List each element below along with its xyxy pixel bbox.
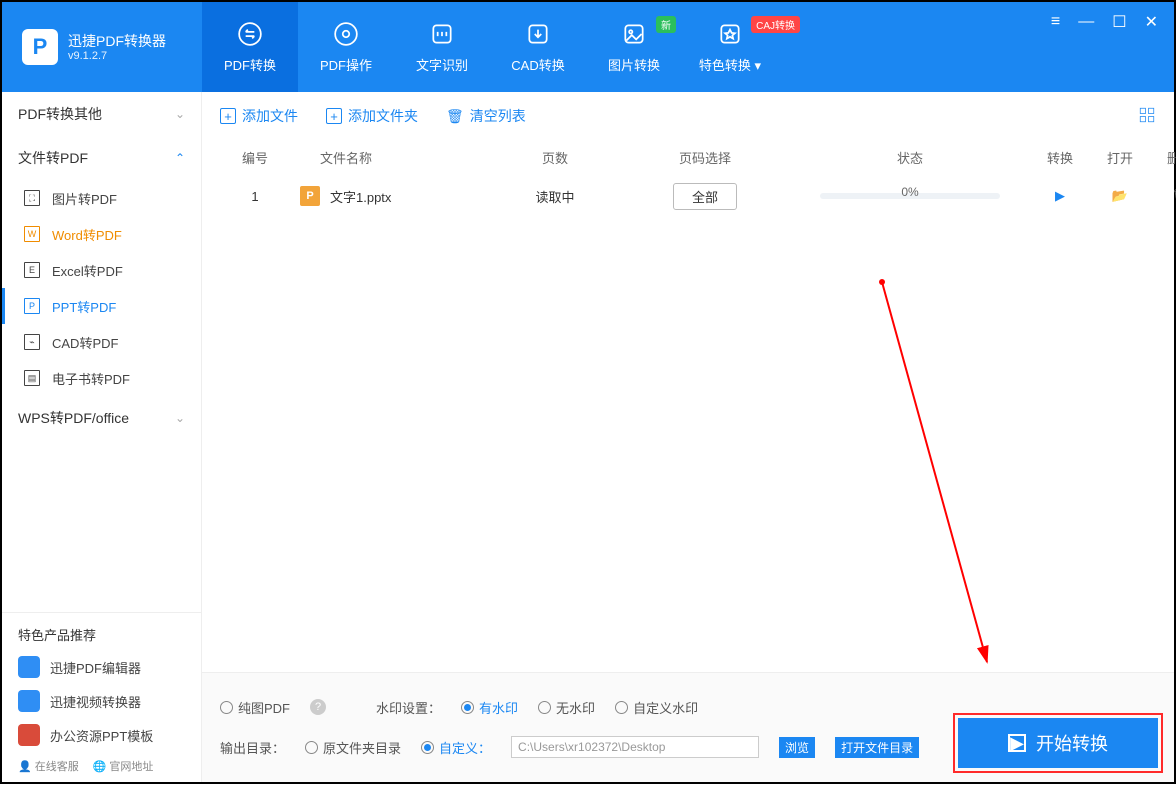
status-cell: 0% bbox=[790, 193, 1030, 199]
top-bar: P 迅捷PDF转换器 v9.1.2.7 PDF转换 PDF操作 文字识别 CAD… bbox=[2, 2, 1174, 92]
star-icon bbox=[717, 21, 743, 47]
watermark-no-radio[interactable]: 无水印 bbox=[538, 698, 595, 717]
add-file-button[interactable]: +添加文件 bbox=[220, 106, 298, 126]
output-label: 输出目录： bbox=[220, 738, 285, 757]
help-icon[interactable]: ? bbox=[310, 699, 326, 715]
website-link[interactable]: 🌐 官网地址 bbox=[93, 758, 154, 774]
file-toolbar: +添加文件 +添加文件夹 🗑清空列表 bbox=[202, 92, 1174, 140]
promo-title: 特色产品推荐 bbox=[2, 613, 201, 650]
output-path-input[interactable] bbox=[511, 736, 759, 758]
tab-special[interactable]: 特色转换 ▾ CAJ转换 bbox=[682, 2, 778, 92]
promo-icon bbox=[18, 724, 40, 746]
add-folder-button[interactable]: +添加文件夹 bbox=[326, 106, 418, 126]
menu-icon[interactable]: ≡ bbox=[1051, 13, 1060, 31]
trash-icon: 🗑 bbox=[446, 108, 464, 125]
app-logo-icon: P bbox=[22, 29, 58, 65]
ebook-icon: ▤ bbox=[24, 370, 40, 386]
caj-badge: CAJ转换 bbox=[751, 16, 800, 33]
main-area: +添加文件 +添加文件夹 🗑清空列表 编号 文件名称 页数 页码选择 状态 转换… bbox=[202, 92, 1174, 782]
sidebar-item-word-to-pdf[interactable]: WWord转PDF bbox=[2, 216, 201, 252]
tab-pdf-convert[interactable]: PDF转换 bbox=[202, 2, 298, 92]
open-folder-icon[interactable]: 📂 bbox=[1090, 188, 1150, 204]
delete-row-icon[interactable]: 🗑 bbox=[1150, 188, 1176, 204]
window-controls: ≡ — ☐ ✕ bbox=[1051, 12, 1158, 32]
table-row: 1 P 文字1.pptx 读取中 全部 0% ▶ 📂 🗑 ⋮ bbox=[202, 174, 1174, 218]
excel-icon: E bbox=[24, 262, 40, 278]
promo-pdf-editor[interactable]: 迅捷PDF编辑器 bbox=[2, 650, 201, 684]
plus-icon: + bbox=[220, 108, 236, 124]
download-icon bbox=[525, 21, 551, 47]
promo-icon bbox=[18, 656, 40, 678]
watermark-yes-radio[interactable]: 有水印 bbox=[461, 698, 518, 717]
minimize-icon[interactable]: — bbox=[1078, 13, 1094, 31]
maximize-icon[interactable]: ☐ bbox=[1112, 12, 1126, 32]
file-name-cell: P 文字1.pptx bbox=[290, 186, 490, 206]
app-version: v9.1.2.7 bbox=[68, 50, 166, 62]
bottom-panel: 纯图PDF ? 水印设置： 有水印 无水印 自定义水印 输出目录： 原文件夹目录… bbox=[202, 672, 1174, 782]
section-wps[interactable]: WPS转PDF/office⌄ bbox=[2, 396, 201, 440]
sidebar-item-cad-to-pdf[interactable]: ⌁CAD转PDF bbox=[2, 324, 201, 360]
cad-icon: ⌁ bbox=[24, 334, 40, 350]
tab-pdf-ops[interactable]: PDF操作 bbox=[298, 2, 394, 92]
start-convert-button[interactable]: ▶ 开始转换 bbox=[958, 718, 1158, 768]
app-name: 迅捷PDF转换器 bbox=[68, 32, 166, 50]
sidebar-item-ebook-to-pdf[interactable]: ▤电子书转PDF bbox=[2, 360, 201, 396]
main-tabs: PDF转换 PDF操作 文字识别 CAD转换 图片转换 新 特色转换 ▾ CAJ… bbox=[202, 2, 1174, 92]
row-number: 1 bbox=[220, 189, 290, 204]
grid-view-icon[interactable] bbox=[1138, 106, 1156, 127]
tab-cad[interactable]: CAD转换 bbox=[490, 2, 586, 92]
clear-list-button[interactable]: 🗑清空列表 bbox=[446, 106, 526, 126]
promo-ppt-templates[interactable]: 办公资源PPT模板 bbox=[2, 718, 201, 752]
text-icon bbox=[429, 21, 455, 47]
sidebar: PDF转换其他⌄ 文件转PDF⌃ ⛶图片转PDF WWord转PDF EExce… bbox=[2, 92, 202, 782]
ppt-file-icon: P bbox=[300, 186, 320, 206]
online-support-link[interactable]: 👤 在线客服 bbox=[18, 758, 79, 774]
tab-image[interactable]: 图片转换 新 bbox=[586, 2, 682, 92]
promo-video-converter[interactable]: 迅捷视频转换器 bbox=[2, 684, 201, 718]
section-pdf-to-other[interactable]: PDF转换其他⌄ bbox=[2, 92, 201, 136]
convert-play-icon[interactable]: ▶ bbox=[1030, 188, 1090, 204]
output-source-radio[interactable]: 原文件夹目录 bbox=[305, 738, 401, 757]
page-count: 读取中 bbox=[490, 187, 620, 206]
plus-icon: + bbox=[326, 108, 342, 124]
image-icon bbox=[621, 21, 647, 47]
word-icon: W bbox=[24, 226, 40, 242]
browse-button[interactable]: 浏览 bbox=[779, 737, 815, 758]
sidebar-item-image-to-pdf[interactable]: ⛶图片转PDF bbox=[2, 180, 201, 216]
new-badge: 新 bbox=[656, 16, 676, 33]
sidebar-item-ppt-to-pdf[interactable]: PPPT转PDF bbox=[2, 288, 201, 324]
ppt-icon: P bbox=[24, 298, 40, 314]
image-icon: ⛶ bbox=[24, 190, 40, 206]
promo-icon bbox=[18, 690, 40, 712]
play-icon: ▶ bbox=[1008, 734, 1026, 752]
output-custom-radio[interactable]: 自定义： bbox=[421, 738, 491, 757]
brand: P 迅捷PDF转换器 v9.1.2.7 bbox=[2, 2, 202, 92]
tab-ocr[interactable]: 文字识别 bbox=[394, 2, 490, 92]
table-header: 编号 文件名称 页数 页码选择 状态 转换 打开 删除 更多 bbox=[202, 140, 1174, 174]
gear-icon bbox=[333, 21, 359, 47]
section-file-to-pdf[interactable]: 文件转PDF⌃ bbox=[2, 136, 201, 180]
swap-icon bbox=[237, 21, 263, 47]
sidebar-item-excel-to-pdf[interactable]: EExcel转PDF bbox=[2, 252, 201, 288]
close-icon[interactable]: ✕ bbox=[1145, 12, 1158, 32]
open-dir-button[interactable]: 打开文件目录 bbox=[835, 737, 919, 758]
page-select-button[interactable]: 全部 bbox=[673, 183, 737, 210]
pure-pdf-radio[interactable]: 纯图PDF bbox=[220, 698, 290, 717]
watermark-custom-radio[interactable]: 自定义水印 bbox=[615, 698, 698, 717]
watermark-label: 水印设置： bbox=[376, 698, 441, 717]
